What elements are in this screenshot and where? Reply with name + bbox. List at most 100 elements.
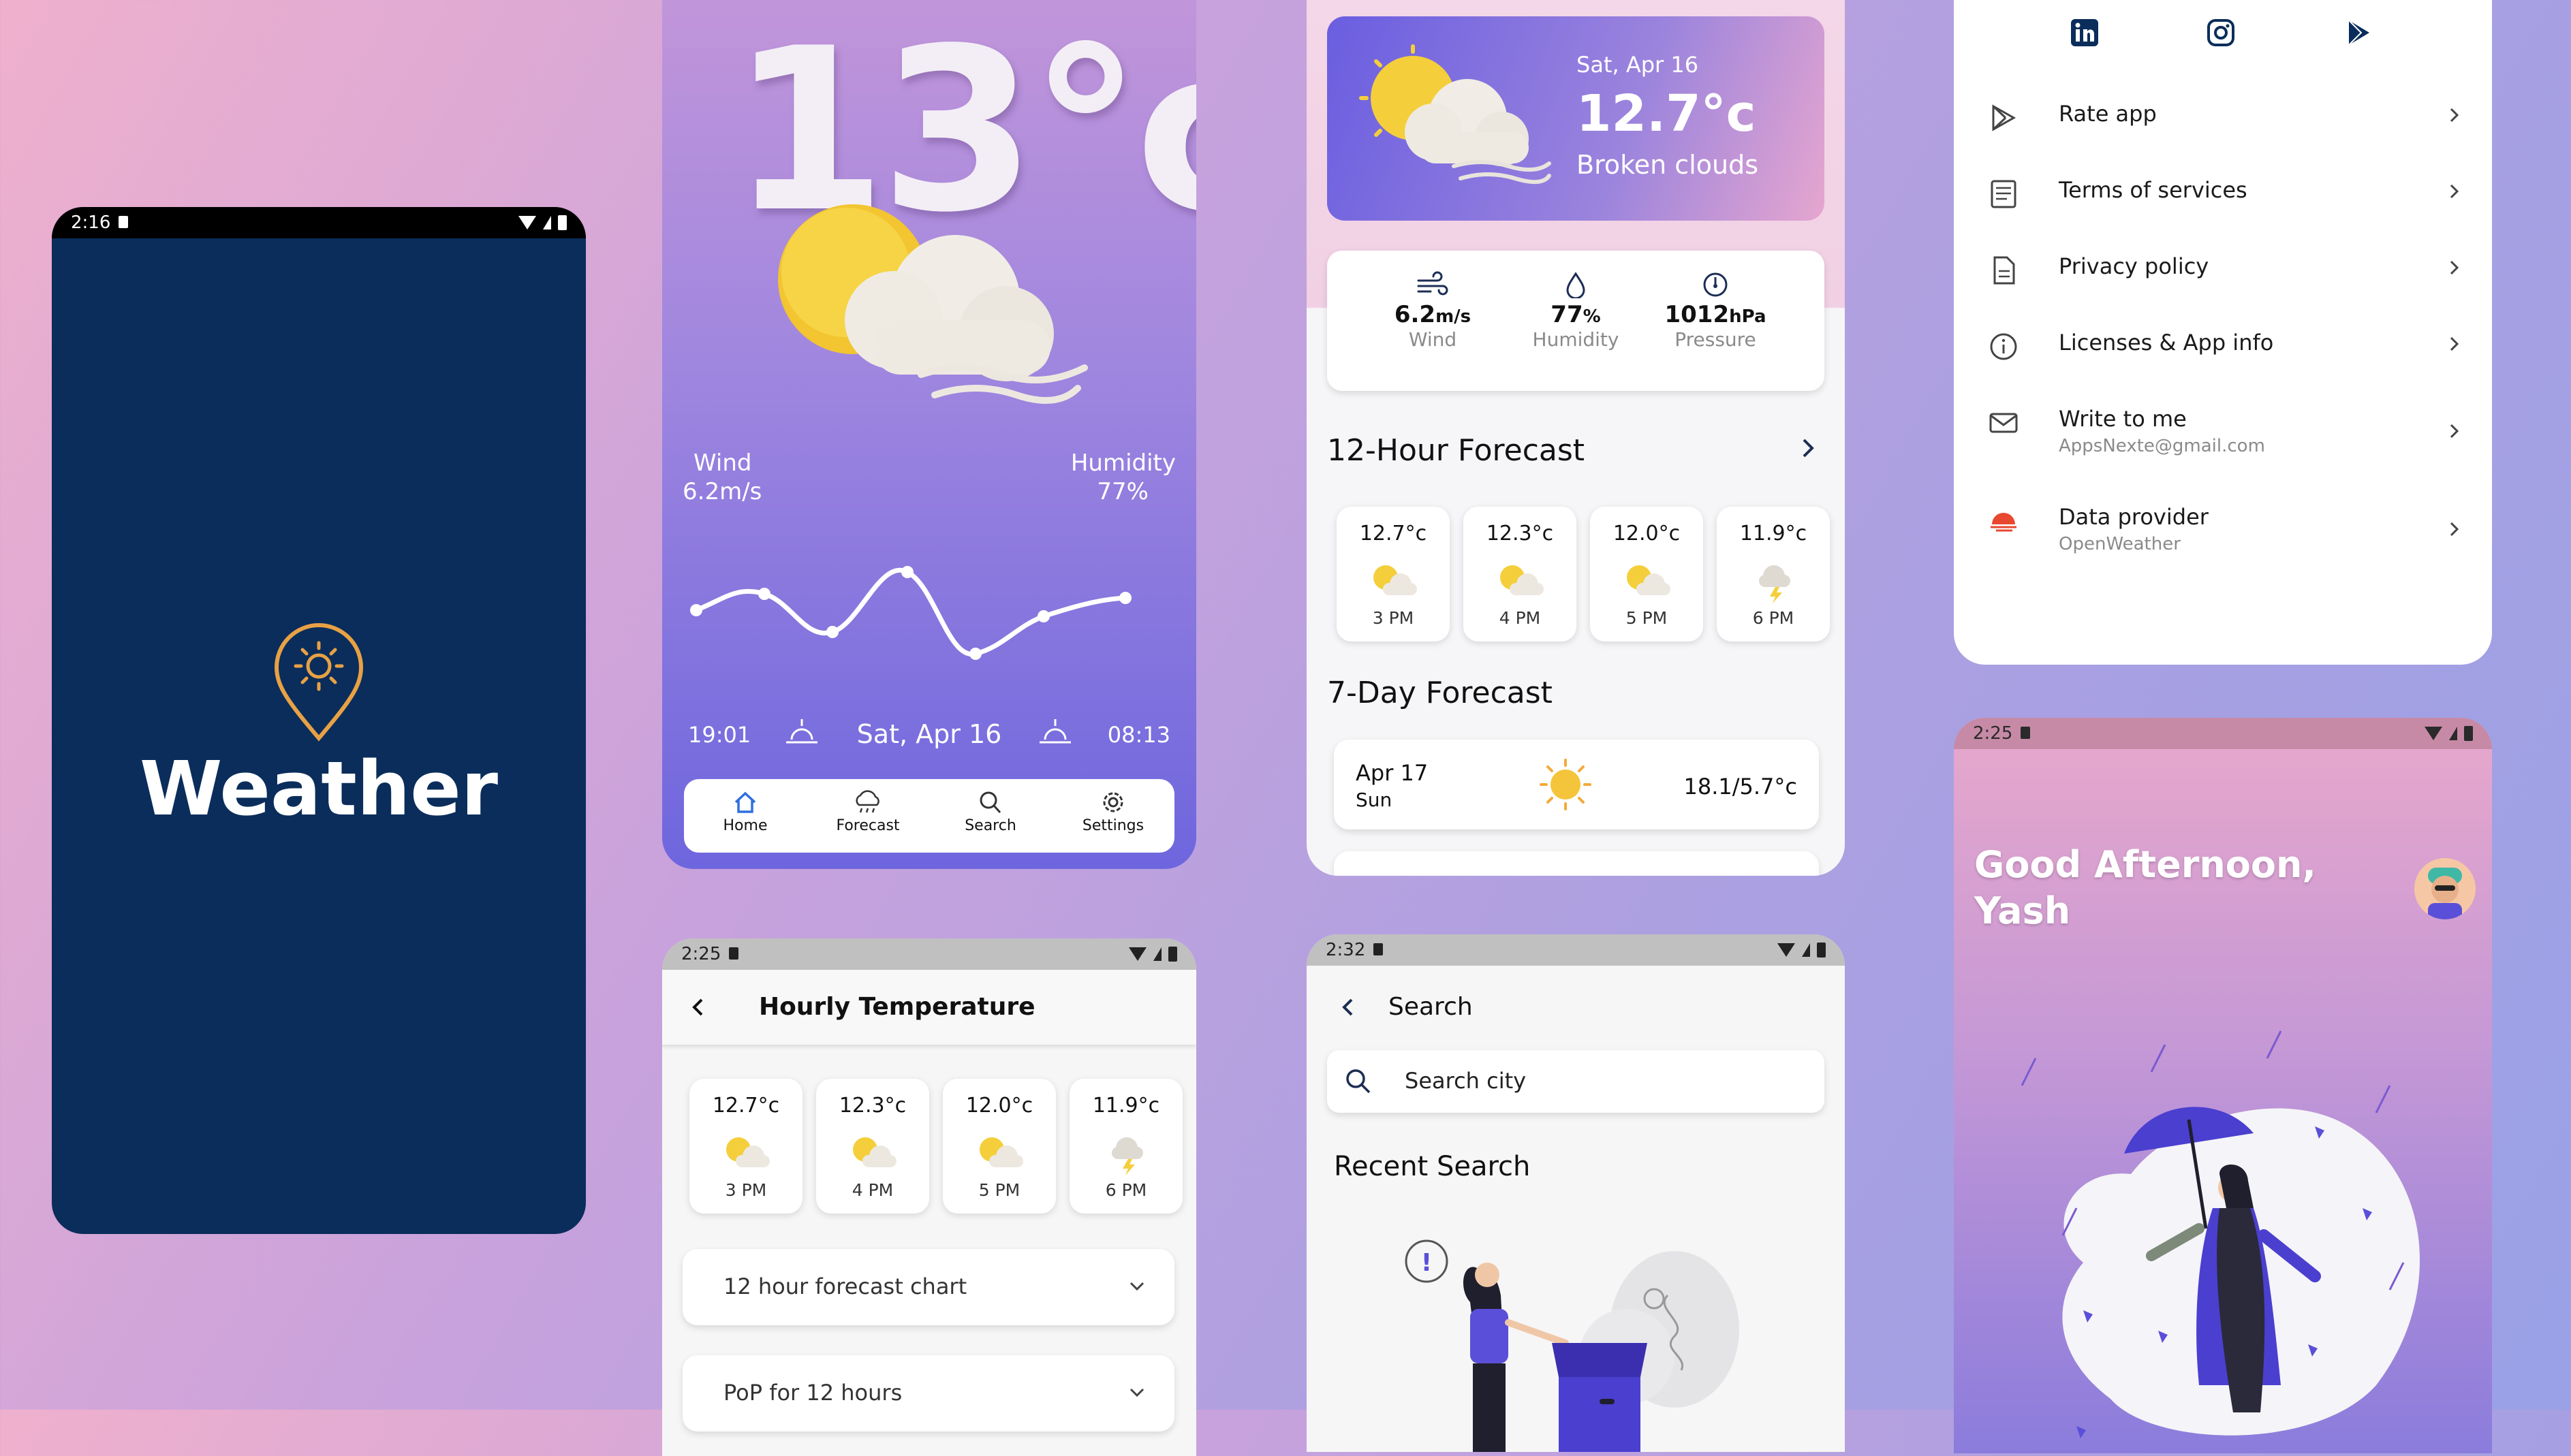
humidity-label: Humidity [1070,449,1176,477]
sun-cloud-icon [726,1137,770,1167]
hour-card-4pm[interactable]: 12.3°c 4 PM [816,1079,929,1214]
back-arrow-icon[interactable] [1338,996,1358,1019]
hour-card-6pm[interactable]: 11.9°c 6 PM [1717,507,1830,642]
sun-cloud-icon [1500,565,1544,595]
status-time: 2:25 [1973,723,2013,744]
avatar[interactable] [2414,858,2476,919]
wind-label: Wind [694,449,752,477]
wind-unit: m/s [1435,306,1471,327]
stat-wind: 6.2m/s Wind [1382,271,1484,351]
wifi-icon [2425,727,2442,740]
pressure-value: 1012 [1664,301,1730,328]
greeting-line1: Good Afternoon, [1974,843,2316,886]
pressure-label: Pressure [1674,328,1756,351]
play-store-icon[interactable] [2343,18,2373,48]
rainy-illustration [2021,1030,2420,1438]
settings-item-privacy[interactable]: Privacy policy [1988,249,2465,304]
pop-dropdown[interactable]: PoP for 12 hours [683,1355,1174,1431]
search-input[interactable]: Search city [1327,1050,1824,1113]
splash-screen: 2:16 Weather [52,207,586,1234]
nav-forecast-label: Forecast [836,817,900,834]
openweather-logo-icon [1991,513,2016,532]
nav-settings-label: Settings [1082,817,1144,834]
sun-icon [1540,759,1591,810]
status-time: 2:32 [1326,940,1366,960]
settings-item-licenses[interactable]: Licenses & App info [1988,326,2465,380]
app-title: Weather [140,745,498,832]
thunder-cloud-icon [1112,1137,1143,1175]
settings-item-provider[interactable]: Data provider OpenWeather [1988,500,2465,568]
day-row-next[interactable] [1334,851,1819,876]
battery-icon [1817,943,1826,958]
sun-cloud-icon [1627,565,1670,595]
chevron-right-icon[interactable] [1797,436,1819,460]
bottom-nav: Home Forecast Search Settings [684,779,1174,853]
search-screen: 2:32 Search Search city Recent Search ! [1307,934,1845,1452]
forecast-date: Sat, Apr 16 [1576,52,1699,78]
chevron-right-icon [2450,108,2459,123]
svg-text:!: ! [1421,1249,1432,1277]
linkedin-icon[interactable] [2070,18,2100,48]
nav-search-label: Search [965,817,1016,834]
search-icon [1346,1069,1371,1094]
chevron-right-icon [2450,336,2459,351]
forecast-desc: Broken clouds [1576,150,1759,180]
settings-item-write[interactable]: Write to me AppsNexte@gmail.com [1988,402,2465,470]
nav-home[interactable]: Home [684,779,807,853]
forecast-chart-dropdown[interactable]: 12 hour forecast chart [683,1249,1174,1325]
back-arrow-icon[interactable] [688,996,708,1019]
hourly-forecast-title: 12-Hour Forecast [1327,433,1585,468]
sun-cloud-icon [778,204,1088,404]
forecast-screen: Sat, Apr 16 12.7°c Broken clouds 6.2m/s … [1307,0,1845,876]
nav-forecast[interactable]: Forecast [807,779,929,853]
chevron-right-icon [2450,424,2459,439]
sunset-icon [1040,719,1071,744]
cloud-rain-icon [856,790,879,813]
page-title: Search [1388,993,1473,1021]
avatar-face-icon [2428,868,2462,919]
hour-card-5pm[interactable]: 12.0°c 5 PM [1590,507,1703,642]
chevron-right-icon [2450,522,2459,537]
page-title: Hourly Temperature [759,993,1035,1021]
nav-home-label: Home [723,817,768,834]
sun-cloud-icon [853,1137,897,1167]
wind-value: 6.2m/s [683,478,762,505]
nav-settings[interactable]: Settings [1052,779,1174,853]
file-icon [1993,256,2015,285]
hour-card-3pm[interactable]: 12.7°c 3 PM [1337,507,1450,642]
stat-pressure: 1012hPa Pressure [1654,271,1777,351]
pressure-unit: hPa [1729,306,1766,327]
wind-value: 6.2 [1394,301,1436,328]
play-store-icon [1992,104,2016,131]
hourly-screen: 2:25 Hourly Temperature 12.7°c 3 PM 12.3… [662,938,1196,1456]
signal-icon [2449,727,2457,740]
sunset-time: 08:13 [1107,722,1170,748]
status-bar: 2:25 [1954,718,2492,749]
wind-label: Wind [1408,328,1457,351]
hour-card-6pm[interactable]: 11.9°c 6 PM [1070,1079,1183,1214]
daily-forecast-title: 7-Day Forecast [1327,676,1553,710]
sd-card-icon [729,947,739,960]
greeting-screen: 2:25 Good Afternoon, Yash [1954,718,2492,1453]
home-screen: 13°c Wind 6.2m/s Humidity 77% 19:01 Sat,… [662,0,1196,869]
hour-card-3pm[interactable]: 12.7°c 3 PM [689,1079,803,1214]
hour-card-4pm[interactable]: 12.3°c 4 PM [1463,507,1576,642]
day-weekday: Sun [1356,789,1392,811]
chevron-right-icon [2450,260,2459,275]
status-bar: 2:32 [1307,934,1845,966]
document-icon [1991,180,2016,208]
settings-item-terms[interactable]: Terms of services [1988,173,2465,227]
pressure-icon [1703,272,1728,297]
settings-item-rate[interactable]: Rate app [1988,97,2465,151]
current-weather-card: Sat, Apr 16 12.7°c Broken clouds [1327,16,1824,221]
hour-card-5pm[interactable]: 12.0°c 5 PM [943,1079,1056,1214]
home-icon [734,791,756,813]
nav-search[interactable]: Search [929,779,1052,853]
search-placeholder: Search city [1405,1068,1527,1094]
signal-icon [543,216,551,230]
temperature-curve [690,566,1132,660]
instagram-icon[interactable] [2206,18,2236,48]
humidity-value: 77% [1097,478,1149,505]
stat-humidity: 77% Humidity [1521,271,1630,351]
day-row[interactable]: Apr 17 Sun 18.1/5.7°c [1334,740,1819,829]
